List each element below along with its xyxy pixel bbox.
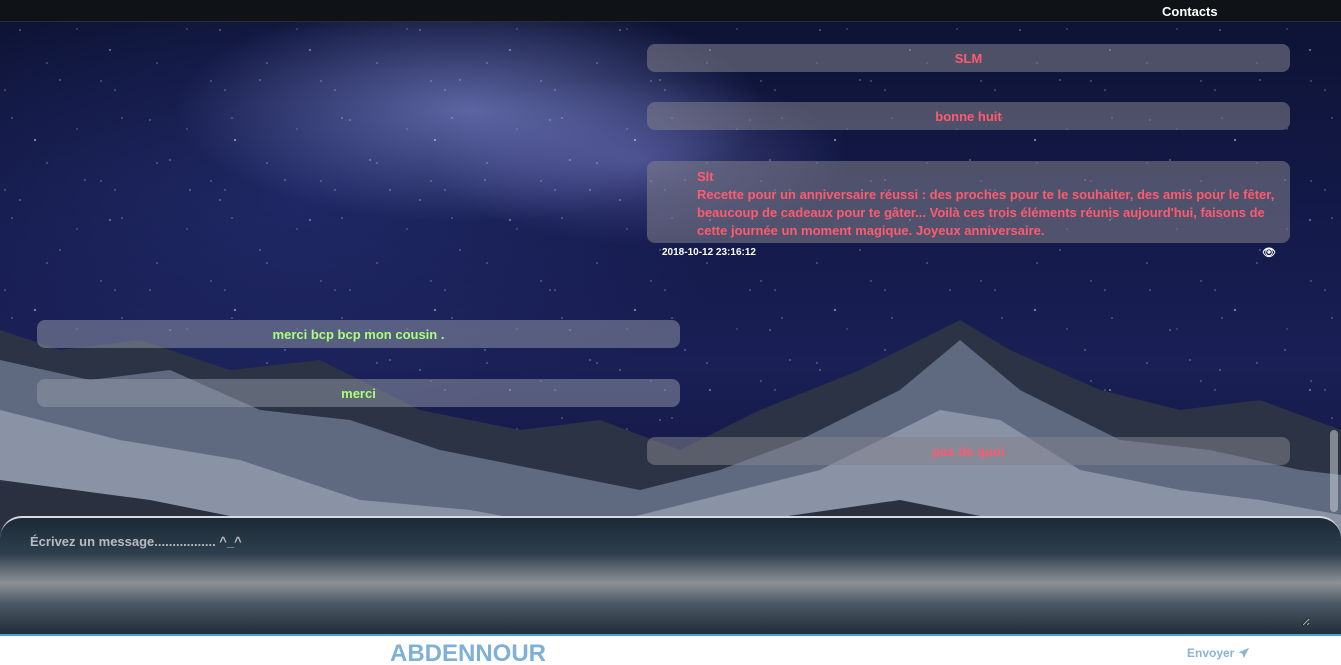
message-line: Recette pour un anniversaire réussi : de… xyxy=(697,187,1275,202)
send-button[interactable]: Envoyer xyxy=(1187,646,1250,660)
message-timestamp: 2018-10-12 23:16:12 xyxy=(662,247,756,258)
message-line: cette journée un moment magique. Joyeux … xyxy=(697,223,1045,238)
eye-icon: 👁 xyxy=(1262,247,1276,259)
message-bubble: merci xyxy=(37,379,680,407)
message-bubble: pas de quoi xyxy=(647,437,1290,465)
message-bubble: SLM xyxy=(647,44,1290,72)
username-label: ABDENNOUR xyxy=(390,640,546,665)
scrollbar-thumb[interactable] xyxy=(1330,430,1338,512)
paper-plane-icon xyxy=(1239,647,1250,659)
message-bubble: merci bcp bcp mon cousin . xyxy=(37,320,680,348)
message-text: pas de quoi xyxy=(932,444,1005,459)
message-bubble: Slt Recette pour un anniversaire réussi … xyxy=(647,161,1290,243)
message-text: SLM xyxy=(954,51,983,66)
contacts-link[interactable]: Contacts xyxy=(1162,4,1218,19)
message-meta: 2018-10-12 23:16:12 👁 xyxy=(662,247,1276,259)
message-bubble: bonne huit xyxy=(647,102,1290,130)
message-composer xyxy=(0,516,1341,636)
message-line: beaucoup de cadeaux pour te gâter... Voi… xyxy=(697,205,1265,220)
message-text: bonne huit xyxy=(935,109,1002,124)
top-navbar: Contacts xyxy=(0,0,1341,22)
send-label: Envoyer xyxy=(1187,646,1235,660)
message-text: merci bcp bcp mon cousin . xyxy=(272,327,445,342)
footer-bar: ABDENNOUR Envoyer xyxy=(0,634,1341,665)
message-line: Slt xyxy=(697,169,714,184)
message-text: merci xyxy=(341,386,376,401)
message-input[interactable] xyxy=(20,526,1310,626)
